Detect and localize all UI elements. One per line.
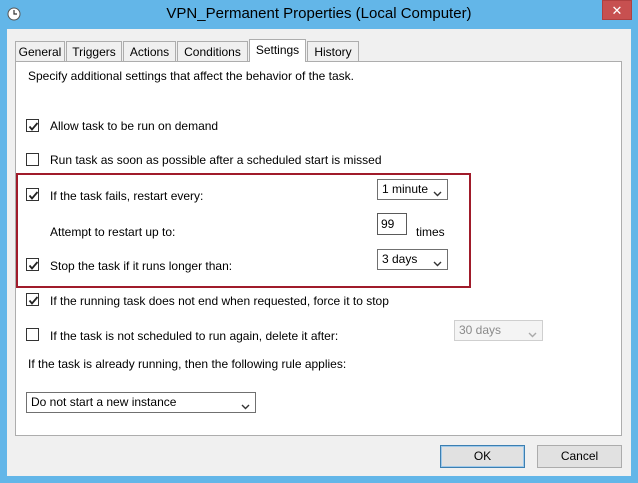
tab-history[interactable]: History bbox=[307, 41, 359, 61]
settings-panel: Specify additional settings that affect … bbox=[15, 61, 622, 436]
restart-attempts-unit: times bbox=[416, 225, 445, 239]
tab-conditions[interactable]: Conditions bbox=[177, 41, 248, 61]
delete-after-label: If the task is not scheduled to run agai… bbox=[50, 329, 339, 343]
allow-on-demand-checkbox[interactable] bbox=[26, 119, 39, 132]
stop-if-longer-checkbox[interactable] bbox=[26, 258, 39, 271]
restart-on-fail-checkbox[interactable] bbox=[26, 188, 39, 201]
restart-on-fail-label: If the task fails, restart every: bbox=[50, 189, 204, 203]
dialog-client: General Triggers Actions Conditions Sett… bbox=[7, 29, 631, 476]
rule-select[interactable]: Do not start a new instance bbox=[26, 392, 256, 413]
stop-duration-select[interactable]: 3 days bbox=[377, 249, 448, 270]
delete-after-checkbox[interactable] bbox=[26, 328, 39, 341]
ok-button[interactable]: OK bbox=[440, 445, 525, 468]
title-bar[interactable]: VPN_Permanent Properties (Local Computer… bbox=[0, 0, 638, 28]
tab-general[interactable]: General bbox=[15, 41, 65, 61]
tab-actions[interactable]: Actions bbox=[123, 41, 176, 61]
restart-interval-value: 1 minute bbox=[382, 182, 429, 196]
restart-interval-select[interactable]: 1 minute bbox=[377, 179, 448, 200]
tab-triggers[interactable]: Triggers bbox=[66, 41, 122, 61]
chevron-down-icon bbox=[433, 186, 442, 200]
cancel-button[interactable]: Cancel bbox=[537, 445, 622, 468]
rule-label: If the task is already running, then the… bbox=[28, 357, 347, 371]
delete-after-value: 30 days bbox=[459, 323, 502, 337]
run-asap-label: Run task as soon as possible after a sch… bbox=[50, 153, 382, 167]
chevron-down-icon bbox=[528, 327, 537, 341]
force-stop-label: If the running task does not end when re… bbox=[50, 294, 389, 308]
delete-after-select[interactable]: 30 days bbox=[454, 320, 543, 341]
stop-if-longer-label: Stop the task if it runs longer than: bbox=[50, 259, 233, 273]
window-title: VPN_Permanent Properties (Local Computer… bbox=[166, 5, 472, 22]
chevron-down-icon bbox=[433, 256, 442, 270]
force-stop-checkbox[interactable] bbox=[26, 293, 39, 306]
chevron-down-icon bbox=[241, 399, 250, 413]
restart-attempts-label: Attempt to restart up to: bbox=[50, 225, 176, 239]
rule-value: Do not start a new instance bbox=[31, 395, 177, 409]
properties-window: VPN_Permanent Properties (Local Computer… bbox=[0, 0, 638, 483]
settings-intro: Specify additional settings that affect … bbox=[28, 69, 354, 83]
restart-attempts-input[interactable]: 99 bbox=[377, 213, 407, 235]
close-button[interactable]: ✕ bbox=[602, 0, 632, 20]
tab-settings[interactable]: Settings bbox=[249, 39, 306, 62]
stop-duration-value: 3 days bbox=[382, 252, 418, 266]
run-asap-checkbox[interactable] bbox=[26, 153, 39, 166]
allow-on-demand-label: Allow task to be run on demand bbox=[50, 119, 219, 133]
